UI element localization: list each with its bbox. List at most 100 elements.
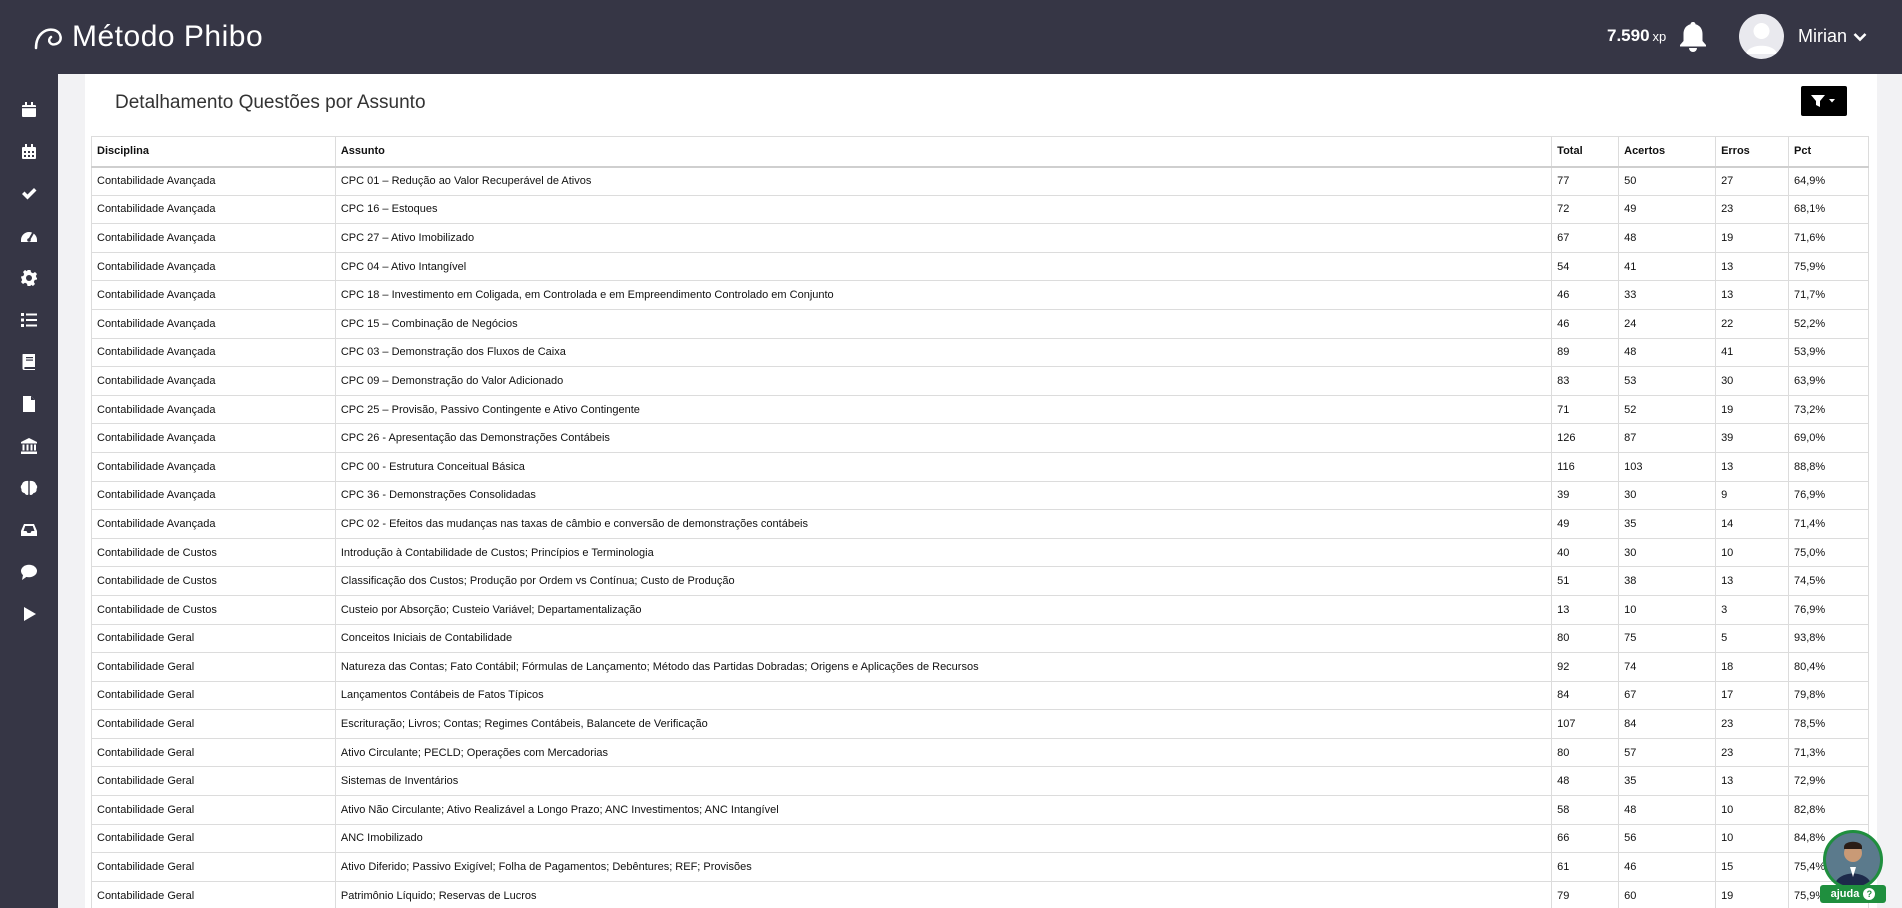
cell-disciplina: Contabilidade Geral	[91, 652, 336, 682]
file-icon[interactable]	[19, 394, 39, 414]
cell-acertos: 50	[1618, 166, 1717, 196]
inbox-icon[interactable]	[19, 520, 39, 540]
cell-acertos: 38	[1618, 566, 1717, 596]
cell-total: 92	[1551, 652, 1620, 682]
cell-total: 126	[1551, 423, 1620, 453]
cell-acertos: 30	[1618, 537, 1717, 568]
table-row: Contabilidade Geral Natureza das Contas; …	[91, 652, 1869, 682]
column-header-pct[interactable]: Pct	[1788, 136, 1869, 168]
cell-disciplina: Contabilidade de Custos	[91, 537, 336, 568]
table-row: Contabilidade Geral ANC Imobilizado 66 56 10…	[91, 823, 1869, 854]
cell-acertos: 52	[1618, 394, 1717, 425]
chevron-down-icon	[1853, 32, 1867, 41]
cell-acertos: 30	[1618, 480, 1717, 511]
table-header-row: Disciplina Assunto Total Acertos Erros P…	[91, 136, 1869, 168]
cell-disciplina: Contabilidade Geral	[91, 766, 336, 797]
table-row: Contabilidade Avançada CPC 27 – Ativo Imo…	[91, 223, 1869, 253]
help-widget[interactable]: ajuda ?	[1820, 830, 1886, 906]
column-header-erros[interactable]: Erros	[1715, 136, 1790, 168]
cell-pct: 71,7%	[1788, 280, 1869, 310]
cell-erros: 13	[1715, 280, 1790, 310]
calendar-icon[interactable]	[19, 100, 39, 120]
cell-disciplina: Contabilidade Avançada	[91, 251, 336, 282]
cell-erros: 23	[1715, 194, 1790, 225]
brain-icon[interactable]	[19, 478, 39, 498]
column-header-disciplina[interactable]: Disciplina	[91, 136, 336, 168]
cell-disciplina: Contabilidade Avançada	[91, 509, 336, 539]
cell-total: 71	[1551, 394, 1620, 425]
cell-assunto: Sistemas de Inventários	[334, 766, 1553, 797]
cell-assunto: CPC 25 – Provisão, Passivo Contingente e…	[334, 394, 1553, 425]
column-header-total[interactable]: Total	[1551, 136, 1620, 168]
column-header-acertos[interactable]: Acertos	[1618, 136, 1717, 168]
cell-total: 49	[1551, 509, 1620, 539]
cell-acertos: 103	[1618, 451, 1717, 482]
cell-total: 80	[1551, 737, 1620, 768]
table-body: Contabilidade Avançada CPC 01 – Redução a…	[91, 166, 1869, 908]
question-icon: ?	[1863, 888, 1876, 900]
cell-assunto: CPC 27 – Ativo Imobilizado	[334, 223, 1553, 253]
column-header-assunto[interactable]: Assunto	[334, 136, 1553, 168]
cell-assunto: CPC 03 – Demonstração dos Fluxos de Caix…	[334, 337, 1553, 368]
cell-disciplina: Contabilidade Avançada	[91, 366, 336, 396]
play-icon[interactable]	[19, 604, 39, 624]
cell-erros: 10	[1715, 795, 1790, 825]
cell-total: 51	[1551, 566, 1620, 596]
xp-unit: xp	[1652, 29, 1667, 44]
comment-icon[interactable]	[19, 562, 39, 582]
cell-assunto: Patrimônio Líquido; Reservas de Lucros	[334, 880, 1553, 908]
cell-total: 83	[1551, 366, 1620, 396]
cell-assunto: CPC 02 - Efeitos das mudanças nas taxas …	[334, 509, 1553, 539]
table-row: Contabilidade Geral Conceitos Iniciais de…	[91, 623, 1869, 654]
table-row: Contabilidade Avançada CPC 09 – Demonstra…	[91, 366, 1869, 396]
cell-acertos: 84	[1618, 709, 1717, 739]
cell-assunto: CPC 18 – Investimento em Coligada, em Co…	[334, 280, 1553, 310]
cell-acertos: 60	[1618, 880, 1717, 908]
help-button[interactable]: ajuda ?	[1820, 885, 1886, 903]
cell-acertos: 48	[1618, 795, 1717, 825]
cell-disciplina: Contabilidade Avançada	[91, 166, 336, 196]
filter-button[interactable]	[1801, 86, 1847, 116]
cell-total: 54	[1551, 251, 1620, 282]
cell-acertos: 33	[1618, 280, 1717, 310]
cell-erros: 22	[1715, 308, 1790, 339]
cell-acertos: 46	[1618, 852, 1717, 882]
cell-assunto: Escrituração; Livros; Contas; Regimes Co…	[334, 709, 1553, 739]
logo[interactable]: Método Phibo	[32, 18, 263, 56]
cell-pct: 71,4%	[1788, 509, 1869, 539]
cell-total: 40	[1551, 537, 1620, 568]
cell-total: 116	[1551, 451, 1620, 482]
table-row: Contabilidade Geral Patrimônio Líquido; R…	[91, 880, 1869, 908]
check-icon[interactable]	[19, 184, 39, 204]
cell-pct: 72,9%	[1788, 766, 1869, 797]
cell-total: 89	[1551, 337, 1620, 368]
cell-pct: 76,9%	[1788, 480, 1869, 511]
dashboard-gauge-icon[interactable]	[19, 226, 39, 246]
avatar[interactable]	[1739, 14, 1784, 59]
cell-acertos: 10	[1618, 594, 1717, 625]
cell-erros: 10	[1715, 823, 1790, 854]
cell-pct: 75,9%	[1788, 251, 1869, 282]
cell-disciplina: Contabilidade Avançada	[91, 308, 336, 339]
cell-pct: 64,9%	[1788, 166, 1869, 196]
list-icon[interactable]	[19, 310, 39, 330]
cell-total: 84	[1551, 680, 1620, 711]
gear-icon[interactable]	[19, 268, 39, 288]
cell-assunto: CPC 26 - Apresentação das Demonstrações …	[334, 423, 1553, 453]
cell-acertos: 24	[1618, 308, 1717, 339]
cell-acertos: 35	[1618, 766, 1717, 797]
table-row: Contabilidade Avançada CPC 02 - Efeitos d…	[91, 509, 1869, 539]
calendar-grid-icon[interactable]	[19, 142, 39, 162]
cell-erros: 9	[1715, 480, 1790, 511]
cell-total: 48	[1551, 766, 1620, 797]
cell-assunto: ANC Imobilizado	[334, 823, 1553, 854]
cell-acertos: 74	[1618, 652, 1717, 682]
book-icon[interactable]	[19, 352, 39, 372]
help-avatar	[1823, 830, 1883, 890]
cell-assunto: CPC 09 – Demonstração do Valor Adicionad…	[334, 366, 1553, 396]
notification-bell-icon[interactable]	[1678, 20, 1708, 52]
sidebar	[0, 74, 58, 908]
bank-icon[interactable]	[19, 436, 39, 456]
user-menu[interactable]: Mirian	[1798, 26, 1867, 47]
cell-total: 46	[1551, 308, 1620, 339]
